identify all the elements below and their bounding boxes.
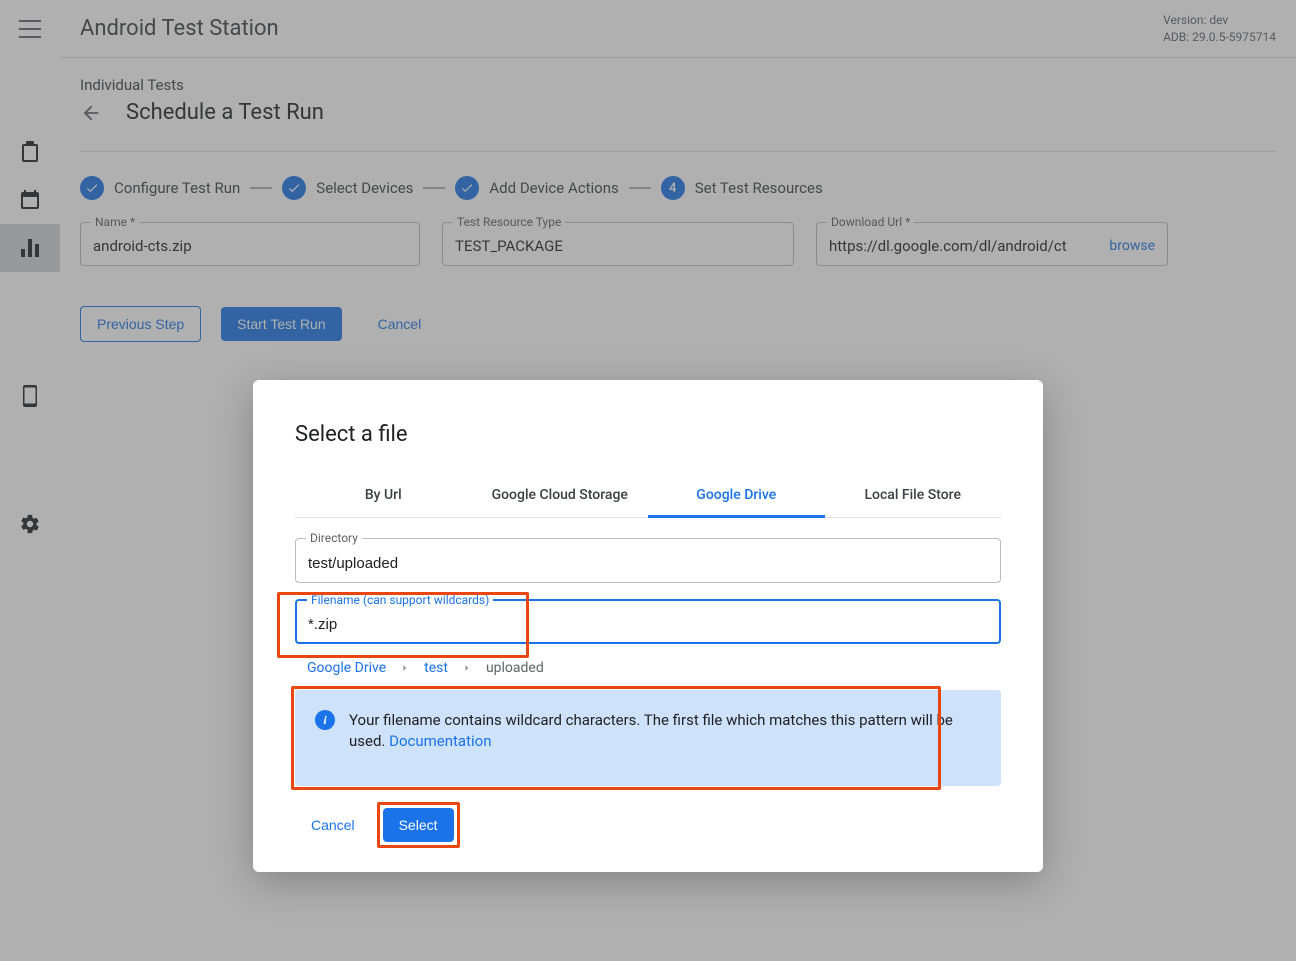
tab-by-url[interactable]: By Url [295, 475, 472, 517]
tab-gcs[interactable]: Google Cloud Storage [472, 475, 649, 517]
chevron-right-icon [400, 663, 410, 673]
dialog-title: Select a file [295, 422, 1001, 447]
tab-local-file-store[interactable]: Local File Store [825, 475, 1002, 517]
tab-google-drive[interactable]: Google Drive [648, 475, 825, 518]
drive-breadcrumb: Google Drive test uploaded [307, 660, 1001, 676]
dialog-select-button[interactable]: Select [383, 808, 454, 842]
dialog-tabs: By Url Google Cloud Storage Google Drive… [295, 475, 1001, 518]
filename-input[interactable] [308, 616, 988, 633]
bc-root[interactable]: Google Drive [307, 660, 386, 676]
info-banner: i Your filename contains wildcard charac… [295, 690, 1001, 786]
bc-uploaded: uploaded [486, 660, 544, 676]
dialog-cancel-button[interactable]: Cancel [295, 808, 371, 842]
directory-field[interactable]: Directory [295, 538, 1001, 583]
modal-overlay[interactable]: Select a file By Url Google Cloud Storag… [0, 0, 1296, 961]
info-icon: i [315, 710, 335, 730]
select-file-dialog: Select a file By Url Google Cloud Storag… [253, 380, 1043, 872]
chevron-right-icon [462, 663, 472, 673]
directory-input[interactable] [308, 555, 988, 572]
documentation-link[interactable]: Documentation [389, 732, 491, 750]
filename-field[interactable]: Filename (can support wildcards) [295, 599, 1001, 644]
bc-test[interactable]: test [424, 660, 448, 676]
